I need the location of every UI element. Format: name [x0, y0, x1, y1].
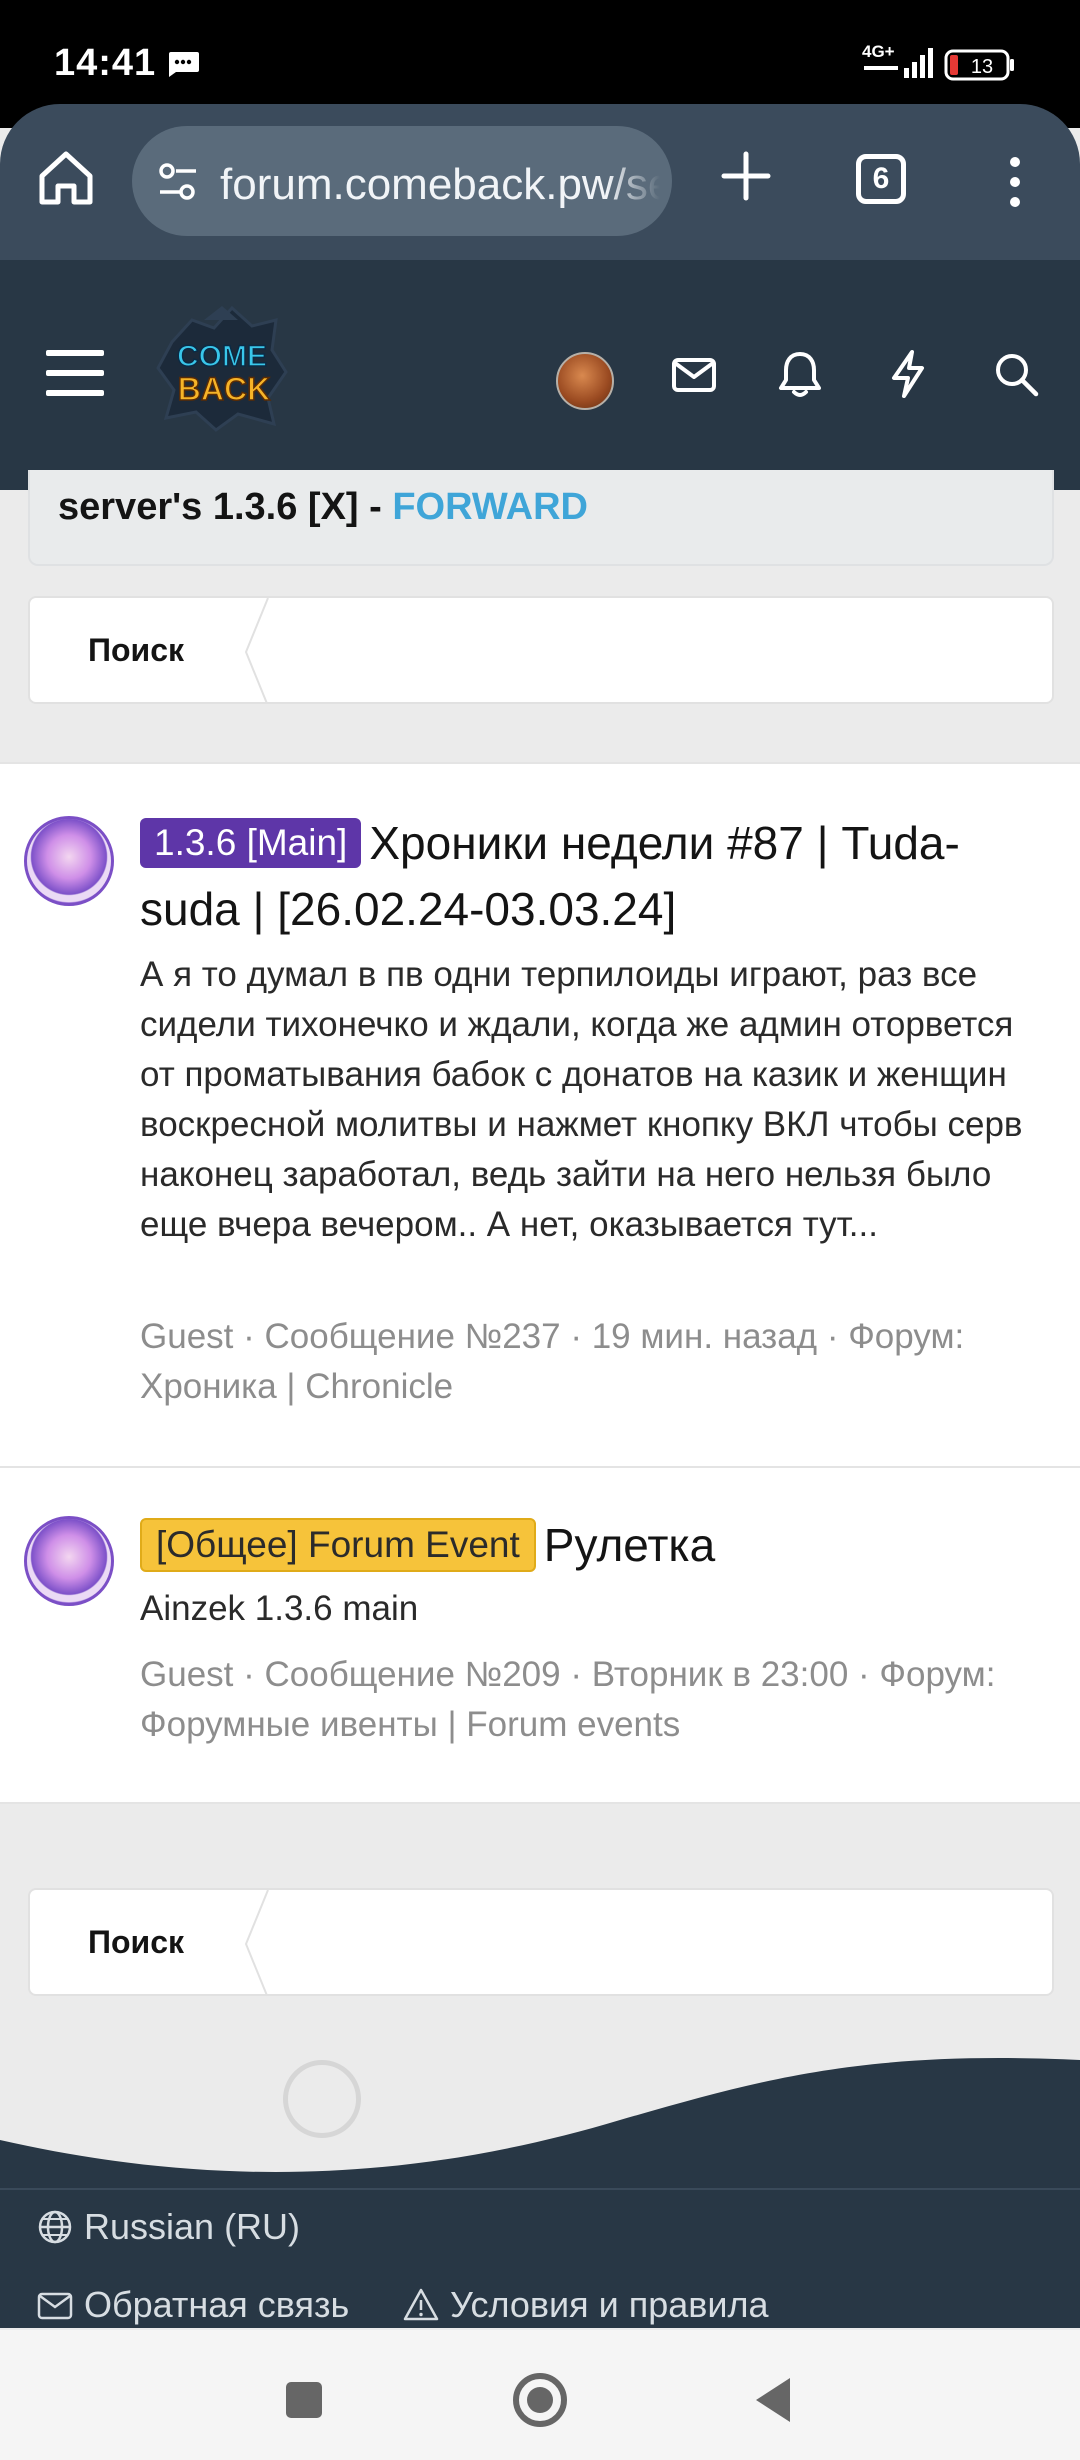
language-selector[interactable]: Russian (RU)	[36, 2206, 300, 2248]
home-icon[interactable]	[36, 148, 96, 208]
result-prefix-badge: [Общее] Forum Event	[140, 1518, 536, 1572]
result-divider	[0, 1466, 1080, 1468]
message-notification-icon	[169, 52, 199, 77]
envelope-icon	[37, 2292, 73, 2320]
result-author-avatar[interactable]	[24, 1516, 114, 1606]
forum-header: COME BACK	[0, 260, 1080, 490]
new-tab-icon[interactable]	[718, 148, 774, 204]
result-prefix-badge: 1.3.6 [Main]	[140, 818, 362, 868]
whats-new-bolt-icon[interactable]	[882, 348, 934, 400]
thread-card-title[interactable]: server's 1.3.6 [X] - FORWARD	[58, 486, 588, 529]
system-navigation-bar	[0, 2330, 1080, 2460]
logo-text-top: COME	[177, 340, 267, 373]
terms-link[interactable]: Условия и правила	[402, 2284, 769, 2326]
notifications-bell-icon[interactable]	[774, 348, 826, 400]
home-button-icon[interactable]	[510, 2370, 570, 2430]
globe-icon	[38, 2210, 72, 2244]
forward-link[interactable]: FORWARD	[392, 486, 588, 528]
footer-divider	[0, 2188, 1080, 2190]
thread-card-partial[interactable]: server's 1.3.6 [X] - FORWARD	[28, 470, 1054, 566]
result-meta: Guest · Сообщение №209 · Вторник в 23:00…	[140, 1655, 996, 1744]
browser-toolbar: forum.comeback.pw/search 6	[0, 104, 1080, 260]
breadcrumb-search-label[interactable]: Поиск	[88, 632, 184, 669]
result-snippet: А я то думал в пв одни терпилоиды играют…	[140, 955, 1023, 1244]
logo-text-bottom: BACK	[178, 371, 270, 407]
url-text[interactable]: forum.comeback.pw/search	[220, 160, 660, 210]
address-bar[interactable]: forum.comeback.pw/search	[132, 126, 672, 236]
comeback-logo[interactable]: COME BACK	[152, 302, 292, 434]
feedback-label[interactable]: Обратная связь	[84, 2284, 349, 2326]
status-time: 14:41	[54, 42, 157, 84]
battery-icon: 13	[944, 48, 1016, 82]
tab-switcher-button[interactable]: 6	[856, 154, 906, 204]
search-breadcrumb[interactable]: Поиск	[28, 596, 1054, 704]
result-title[interactable]: [Общее] Forum Event Рулетка	[140, 1512, 1040, 1578]
breadcrumb-search-label[interactable]: Поиск	[88, 1924, 184, 1961]
battery-level: 13	[971, 56, 993, 78]
footer-wave-decoration	[0, 2058, 1080, 2190]
language-label[interactable]: Russian (RU)	[84, 2206, 300, 2248]
site-settings-icon[interactable]	[156, 160, 200, 204]
inbox-icon[interactable]	[668, 348, 720, 400]
breadcrumb-arrow	[244, 598, 269, 702]
warning-icon	[403, 2288, 439, 2321]
recent-apps-icon[interactable]	[274, 2370, 334, 2430]
result-author-avatar[interactable]	[24, 816, 114, 906]
breadcrumb-arrow	[244, 1890, 269, 1994]
terms-label[interactable]: Условия и правила	[450, 2284, 769, 2326]
overflow-menu-icon[interactable]	[1000, 154, 1030, 210]
hamburger-menu-icon[interactable]	[44, 346, 106, 400]
result-snippet: Ainzek 1.3.6 main	[140, 1589, 419, 1628]
result-title[interactable]: 1.3.6 [Main] Хроники недели #87 | Tuda-su…	[140, 810, 1040, 942]
forum-footer: Russian (RU) Обратная связь Условия и пр…	[0, 2188, 1080, 2328]
result-meta: Guest · Сообщение №237 · 19 мин. назад ·…	[140, 1317, 965, 1406]
back-icon[interactable]	[744, 2370, 804, 2430]
user-avatar[interactable]	[556, 352, 614, 410]
feedback-link[interactable]: Обратная связь	[36, 2284, 349, 2326]
search-breadcrumb-bottom[interactable]: Поиск	[28, 1888, 1054, 1996]
search-results: 1.3.6 [Main] Хроники недели #87 | Tuda-su…	[0, 762, 1080, 1804]
search-icon[interactable]	[990, 348, 1042, 400]
signal-strength-icon	[864, 48, 933, 78]
